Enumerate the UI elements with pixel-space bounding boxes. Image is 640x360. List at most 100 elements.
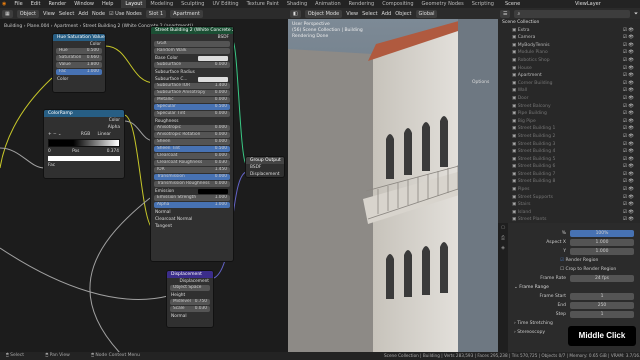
midlevel-field[interactable]: Midlevel 0.750 xyxy=(170,299,210,305)
bsdf-input-clearcoat-roughness[interactable]: Clearcoat Roughness 0.030 xyxy=(154,160,230,166)
bsdf-input-anisotropic-rotation[interactable]: Anisotropic Rotation 0.000 xyxy=(154,132,230,138)
outliner-item[interactable]: ▣ Street Supports ☑ 👁 xyxy=(498,194,640,202)
color-ramp-gradient[interactable] xyxy=(48,139,120,147)
menu-file[interactable]: File xyxy=(14,1,22,7)
blender-logo-icon[interactable]: ◉ xyxy=(2,1,6,7)
visibility-toggle-icon[interactable]: ☑ 👁 xyxy=(623,186,634,194)
bsdf-input-subsurface-anisotropy[interactable]: Subsurface Anisotropy 0.000 xyxy=(154,90,230,96)
outliner-item[interactable]: ▣ Stairs ☑ 👁 xyxy=(498,201,640,209)
visibility-toggle-icon[interactable]: ☑ 👁 xyxy=(623,87,634,95)
aspect-y-field[interactable]: 1.000 xyxy=(570,248,634,255)
outliner-item[interactable]: ▣ Extra ☑ 👁 xyxy=(498,27,640,35)
visibility-toggle-icon[interactable]: ☑ 👁 xyxy=(623,72,634,80)
bsdf-input-ior[interactable]: IOR 1.450 xyxy=(154,167,230,173)
bsdf-input-normal[interactable]: Normal xyxy=(151,209,233,216)
visibility-toggle-icon[interactable]: ☑ 👁 xyxy=(623,42,634,50)
visibility-toggle-icon[interactable]: ☑ 👁 xyxy=(623,27,634,35)
distribution-dropdown[interactable]: GGX xyxy=(154,41,230,47)
menu-view[interactable]: View xyxy=(346,11,358,17)
fac-field[interactable]: Fac 1.000 xyxy=(56,69,102,75)
outliner-item[interactable]: ▣ Apartment ☑ 👁 xyxy=(498,72,640,80)
outliner-item[interactable]: ▣ Camera ☑ 👁 xyxy=(498,34,640,42)
outliner-item[interactable]: ▣ Street Building 4 ☑ 👁 xyxy=(498,148,640,156)
bsdf-input-subsurface-c-[interactable]: Subsurface C... xyxy=(151,76,233,83)
tab-texture-paint[interactable]: Texture Paint xyxy=(243,0,283,8)
menu-add[interactable]: Add xyxy=(382,11,392,17)
pos-value[interactable]: 0.374 xyxy=(107,148,119,155)
tab-scripting[interactable]: Scripting xyxy=(468,0,498,8)
outliner-item[interactable]: ▣ Wall ☑ 👁 xyxy=(498,87,640,95)
outliner-item[interactable]: ▣ Door ☑ 👁 xyxy=(498,95,640,103)
outliner-item[interactable]: ▣ Robotics Shop ☑ 👁 xyxy=(498,57,640,65)
stop-color-swatch[interactable] xyxy=(48,156,120,161)
bsdf-input-subsurface[interactable]: Subsurface 0.000 xyxy=(154,62,230,68)
bsdf-input-transmission-roughness[interactable]: Transmission Roughness 0.000 xyxy=(154,181,230,187)
tab-rendering[interactable]: Rendering xyxy=(345,0,379,8)
visibility-toggle-icon[interactable]: ☑ 👁 xyxy=(623,103,634,111)
outliner-item[interactable]: ▣ Street Building 5 ☑ 👁 xyxy=(498,156,640,164)
output-tab-icon[interactable]: ⎙ xyxy=(498,233,508,243)
visibility-toggle-icon[interactable]: ☑ 👁 xyxy=(623,171,634,179)
bsdf-input-specular[interactable]: Specular 0.500 xyxy=(154,104,230,110)
outliner-item[interactable]: ▣ Big Pipe ☑ 👁 xyxy=(498,118,640,126)
visibility-toggle-icon[interactable]: ☑ 👁 xyxy=(623,110,634,118)
visibility-toggle-icon[interactable]: ☑ 👁 xyxy=(623,178,634,186)
menu-help[interactable]: Help xyxy=(102,1,113,7)
color-swatch[interactable] xyxy=(198,189,228,194)
visibility-toggle-icon[interactable]: ☑ 👁 xyxy=(623,65,634,73)
tab-shading[interactable]: Shading xyxy=(283,0,311,8)
interpolation-dropdown[interactable]: Linear xyxy=(98,132,111,137)
outliner-item[interactable]: ▣ Module Piano ☑ 👁 xyxy=(498,49,640,57)
tab-modeling[interactable]: Modeling xyxy=(146,0,177,8)
bsdf-input-metallic[interactable]: Metallic 0.000 xyxy=(154,97,230,103)
outliner-item[interactable]: ▣ Street Balcony ☑ 👁 xyxy=(498,103,640,111)
outliner-item[interactable]: ▣ Pipe Building ☑ 👁 xyxy=(498,110,640,118)
node-editor[interactable]: ▦ Object View Select Add Node ☑ Use Node… xyxy=(0,8,288,352)
visibility-toggle-icon[interactable]: ☑ 👁 xyxy=(623,209,634,217)
stop-index[interactable]: 0 xyxy=(48,149,51,154)
tab-uv-editing[interactable]: UV Editing xyxy=(208,0,242,8)
visibility-toggle-icon[interactable]: ☑ 👁 xyxy=(623,194,634,202)
bsdf-input-transmission[interactable]: Transmission 0.000 xyxy=(154,174,230,180)
outliner-item[interactable]: ▣ Island ☑ 👁 xyxy=(498,209,640,217)
scene-collection-row[interactable]: Scene Collection xyxy=(498,19,640,27)
outliner-item[interactable]: ▣ Street Building 6 ☑ 👁 xyxy=(498,163,640,171)
bsdf-input-base-color[interactable]: Base Color xyxy=(151,55,233,62)
visibility-toggle-icon[interactable]: ☑ 👁 xyxy=(623,148,634,156)
search-icon[interactable]: ⌕ xyxy=(514,9,630,18)
bsdf-input-clearcoat[interactable]: Clearcoat 0.000 xyxy=(154,153,230,159)
color-swatch[interactable] xyxy=(198,56,228,61)
view-layer-selector[interactable]: ViewLayer xyxy=(575,0,601,8)
bsdf-input-subsurface-radius[interactable]: Subsurface Radius xyxy=(151,69,233,76)
scene-selector[interactable]: Scene xyxy=(505,0,520,8)
transform-orientation-dropdown[interactable]: Global xyxy=(415,9,438,18)
frame-end-field[interactable]: 250 xyxy=(570,302,634,309)
bsdf-input-subsurface-ior[interactable]: Subsurface IOR 1.400 xyxy=(154,83,230,89)
menu-object[interactable]: Object xyxy=(395,11,411,17)
scene-tab-icon[interactable]: ◈ xyxy=(498,243,508,253)
menu-select[interactable]: Select xyxy=(362,11,377,17)
visibility-toggle-icon[interactable]: ☑ 👁 xyxy=(623,156,634,164)
menu-render[interactable]: Render xyxy=(48,1,66,7)
value-field[interactable]: Value 1.800 xyxy=(56,62,102,68)
visibility-toggle-icon[interactable]: ☑ 👁 xyxy=(623,49,634,57)
bsdf-input-anisotropic[interactable]: Anisotropic 0.000 xyxy=(154,125,230,131)
visibility-toggle-icon[interactable]: ☑ 👁 xyxy=(623,118,634,126)
outliner-item[interactable]: ▣ Corner Building ☑ 👁 xyxy=(498,80,640,88)
outliner-item[interactable]: ▣ Street Building 3 ☑ 👁 xyxy=(498,141,640,149)
editor-type-icon[interactable]: ◧ xyxy=(290,9,301,18)
editor-type-icon[interactable]: ☰ xyxy=(500,9,511,18)
frame-rate-dropdown[interactable]: 24 fps xyxy=(570,275,634,282)
bsdf-input-tangent[interactable]: Tangent xyxy=(151,223,233,230)
bsdf-input-specular-tint[interactable]: Specular Tint 0.000 xyxy=(154,111,230,117)
menu-edit[interactable]: Edit xyxy=(31,1,41,7)
crop-region-checkbox[interactable]: ☐ Crop to Render Region xyxy=(510,265,638,274)
bsdf-input-emission[interactable]: Emission xyxy=(151,188,233,195)
bsdf-input-sheen-tint[interactable]: Sheen Tint 0.500 xyxy=(154,146,230,152)
outliner-item[interactable]: ▣ Street Building 8 ☑ 👁 xyxy=(498,178,640,186)
bsdf-input-sheen[interactable]: Sheen 0.000 xyxy=(154,139,230,145)
visibility-toggle-icon[interactable]: ☑ 👁 xyxy=(623,125,634,133)
frame-start-field[interactable]: 1 xyxy=(570,293,634,300)
tab-layout[interactable]: Layout xyxy=(121,0,147,8)
visibility-toggle-icon[interactable]: ☑ 👁 xyxy=(623,57,634,65)
